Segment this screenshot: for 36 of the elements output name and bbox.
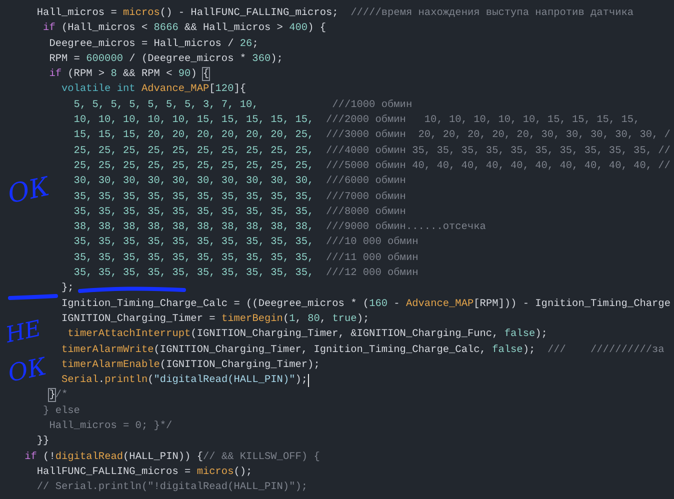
code-line: 38, 38, 38, 38, 38, 38, 38, 38, 38, 38, ///9000 обмин......отсечка — [74, 220, 486, 236]
code-line: Hall_micros = micros() - HallFUNC_FALLING_micros; /////время нахождения выступа напротив датчика — [36, 6, 634, 21]
code-line: // Serial.println("!digitalRead(HALL_PIN)"); — [36, 480, 308, 496]
code-line: 35, 35, 35, 35, 35, 35, 35, 35, 35, 35, ///8000 обмин — [74, 204, 406, 220]
code-line: 5, 5, 5, 5, 5, 5, 5, 3, 7, 10, ///1000 обмин — [74, 98, 412, 113]
code-line: 15, 15, 15, 20, 20, 20, 20, 20, 20, 25, ///3000 обмин 20, 20, 20, 20, 20, 30, 30, 30, 30, 30, / — [74, 128, 670, 144]
code-line: 35, 35, 35, 35, 35, 35, 35, 35, 35, 35, ///11 000 обмин — [74, 250, 418, 266]
text-cursor — [308, 374, 309, 388]
handwritten-note: ОК — [6, 354, 48, 386]
code-line: } else — [43, 404, 80, 419]
code-line: Deegree_micros = Hall_micros / 26; — [49, 36, 258, 52]
code-line: 10, 10, 10, 10, 10, 15, 15, 15, 15, 15, ///2000 обмин 10, 10, 10, 10, 10, 15, 15, 15, 15, — [74, 113, 640, 128]
code-line: 25, 25, 25, 25, 25, 25, 25, 25, 25, 25, ///4000 обмин 35, 35, 35, 35, 35, 35, 35, 35, 35, 35, // — [74, 144, 670, 159]
code-line: 25, 25, 25, 25, 25, 25, 25, 25, 25, 25, ///5000 обмин 40, 40, 40, 40, 40, 40, 40, 40, 40, 40, // — [74, 158, 670, 174]
code-line: 35, 35, 35, 35, 35, 35, 35, 35, 35, 35, ///7000 обмин — [74, 190, 406, 205]
code-line: 35, 35, 35, 35, 35, 35, 35, 35, 35, 35, ///12 000 обмин — [74, 266, 418, 282]
code-line: RPM = 600000 / (Deegree_micros * 360); — [49, 52, 283, 67]
code-line: timerAlarmEnable(IGNITION_Charging_Timer); — [62, 358, 320, 373]
code-line: HallFUNC_FALLING_micros = micros(); — [36, 464, 252, 480]
code-line: Ignition_Timing_Charge_Calc = ((Deegree_micros * (160 - Advance_MAP[RPM])) - Ignition_Timing_Charge — [62, 296, 670, 312]
code-line: timerAlarmWrite(IGNITION_Charging_Timer, Ignition_Timing_Charge_Calc, false); /// //////////за — [62, 342, 664, 358]
code-line: if (Hall_micros < 8666 && Hall_micros > 400) { — [43, 21, 326, 36]
code-line: }} — [36, 434, 50, 450]
code-line: }; — [62, 281, 74, 296]
code-line: 30, 30, 30, 30, 30, 30, 30, 30, 30, 30, ///6000 обмин — [74, 174, 406, 190]
handwritten-note: ОК — [6, 174, 52, 208]
code-line: if (RPM > 8 && RPM < 90) { — [49, 67, 210, 82]
code-line: 35, 35, 35, 35, 35, 35, 35, 35, 35, 35, ///10 000 обмин — [74, 235, 418, 250]
code-line: Hall_micros = 0; }*/ — [49, 419, 172, 434]
code-line: Serial.println("digitalRead(HALL_PIN)"); — [62, 373, 308, 388]
code-line: }/* — [49, 388, 68, 404]
code-line: volatile int Advance_MAP[120]{ — [62, 82, 246, 98]
code-line: IGNITION_Charging_Timer = timerBegin(1, 80, true); — [62, 312, 370, 327]
code-line: timerAttachInterrupt(IGNITION_Charging_Timer, &IGNITION_Charging_Func, false); — [68, 327, 548, 342]
code-line: if (!digitalRead(HALL_PIN)) {// && KILLSW_OFF) { — [24, 450, 320, 465]
handwritten-note: НЕ — [4, 318, 44, 348]
